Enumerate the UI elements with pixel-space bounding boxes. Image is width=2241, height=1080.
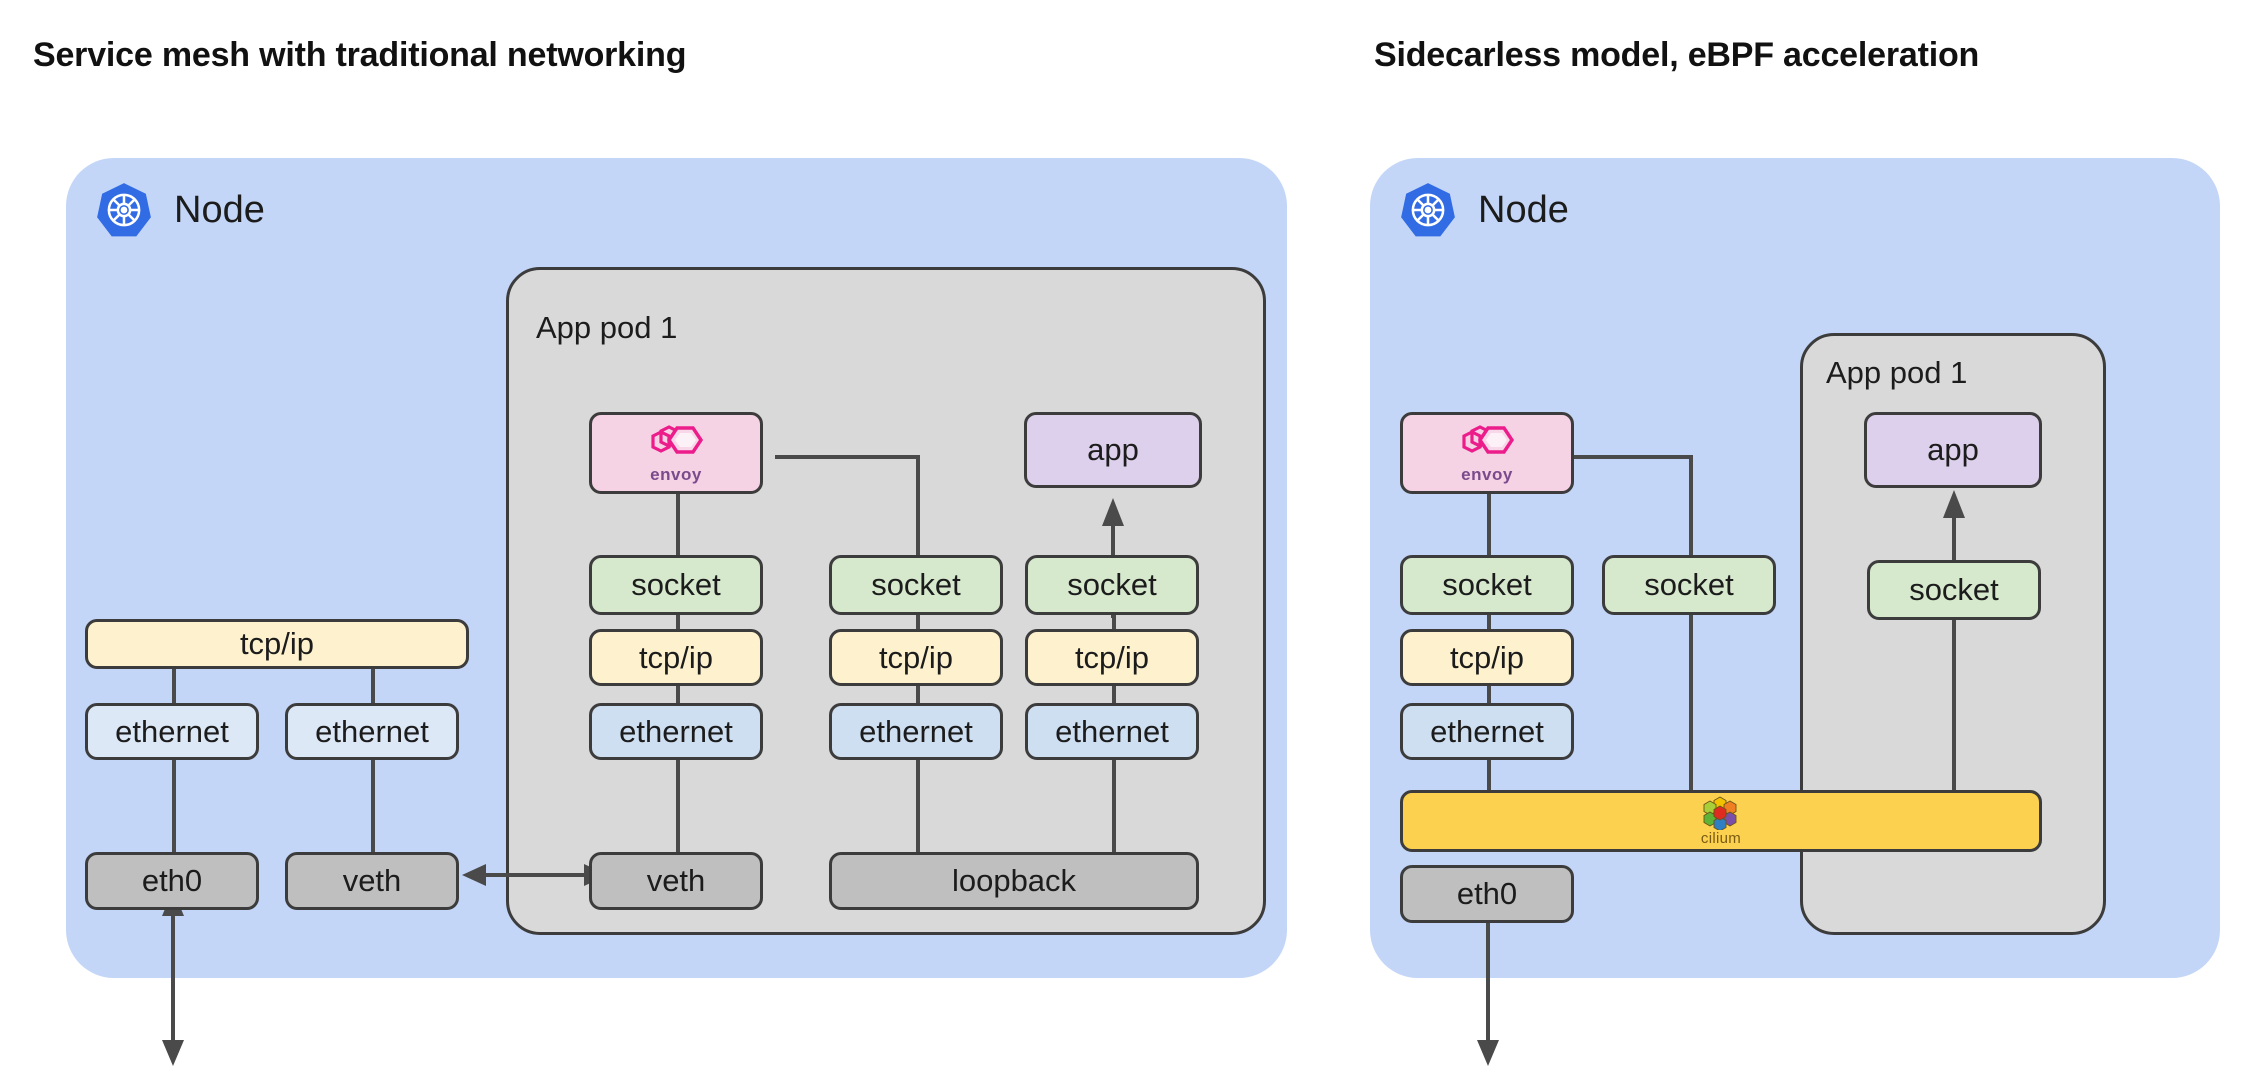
pod-label-right: App pod 1 [1826,355,1968,390]
node-header-left: Node [96,182,265,238]
veth-peer-arrow [462,864,608,886]
connector-line [775,455,920,459]
tcpip-box-left-pod-1[interactable]: tcp/ip [589,629,763,686]
tcpip-box-left-pod-3[interactable]: tcp/ip [1025,629,1199,686]
envoy-logo-caption: envoy [1461,464,1513,484]
connector-line [1689,455,1693,555]
cilium-logo-caption: cilium [1700,830,1742,847]
panel-title-right: Sidecarless model, eBPF acceleration [1374,36,1980,74]
ethernet-box-left-node-2[interactable]: ethernet [285,703,459,760]
ethernet-box-left-pod-2[interactable]: ethernet [829,703,1003,760]
connector-line [1112,760,1116,852]
connector-line [1487,760,1491,790]
app-box-left[interactable]: app [1024,412,1202,488]
connector-line [371,668,375,708]
connector-line [676,760,680,852]
veth-box-node[interactable]: veth [285,852,459,910]
ethernet-box-right[interactable]: ethernet [1400,703,1574,760]
connector-line [1487,494,1491,555]
kubernetes-icon [1400,182,1456,238]
cilium-to-app-arrow-right [1943,490,1965,792]
connector-line [916,455,920,555]
connector-line [676,494,680,555]
envoy-box-right[interactable]: envoy [1400,412,1574,494]
socket-box-left-2[interactable]: socket [829,555,1003,615]
node-header-right: Node [1400,182,1569,238]
ethernet-box-left-pod-3[interactable]: ethernet [1025,703,1199,760]
socket-box-right-2[interactable]: socket [1602,555,1776,615]
socket-box-left-1[interactable]: socket [589,555,763,615]
app-box-right[interactable]: app [1864,412,2042,488]
panel-title-left: Service mesh with traditional networking [33,36,687,74]
envoy-logo-caption: envoy [650,464,702,484]
connector-line [172,668,176,708]
connector-line [371,760,375,852]
eth0-box-left[interactable]: eth0 [85,852,259,910]
loopback-box[interactable]: loopback [829,852,1199,910]
connector-line [916,760,920,852]
ethernet-box-left-pod-1[interactable]: ethernet [589,703,763,760]
node-label-right: Node [1478,188,1569,231]
connector-line [172,760,176,852]
cilium-logo-icon: cilium [1700,796,1742,846]
socket-box-right-3[interactable]: socket [1867,560,2041,620]
tcpip-box-left-node[interactable]: tcp/ip [85,619,469,669]
cilium-box[interactable]: cilium [1400,790,2042,852]
pod-label-left: App pod 1 [536,310,678,345]
eth0-external-arrow-left [162,890,184,1066]
node-label-left: Node [174,188,265,231]
envoy-logo-icon: envoy [1458,424,1516,483]
envoy-box-left[interactable]: envoy [589,412,763,494]
veth-box-pod[interactable]: veth [589,852,763,910]
connector-line [1573,455,1693,459]
socket-box-right-1[interactable]: socket [1400,555,1574,615]
socket-box-left-3[interactable]: socket [1025,555,1199,615]
envoy-logo-icon: envoy [647,424,705,483]
kubernetes-icon [96,182,152,238]
ethernet-box-left-node-1[interactable]: ethernet [85,703,259,760]
eth0-box-right[interactable]: eth0 [1400,865,1574,923]
tcpip-box-right[interactable]: tcp/ip [1400,629,1574,686]
tcpip-box-left-pod-2[interactable]: tcp/ip [829,629,1003,686]
connector-line [1689,615,1693,790]
